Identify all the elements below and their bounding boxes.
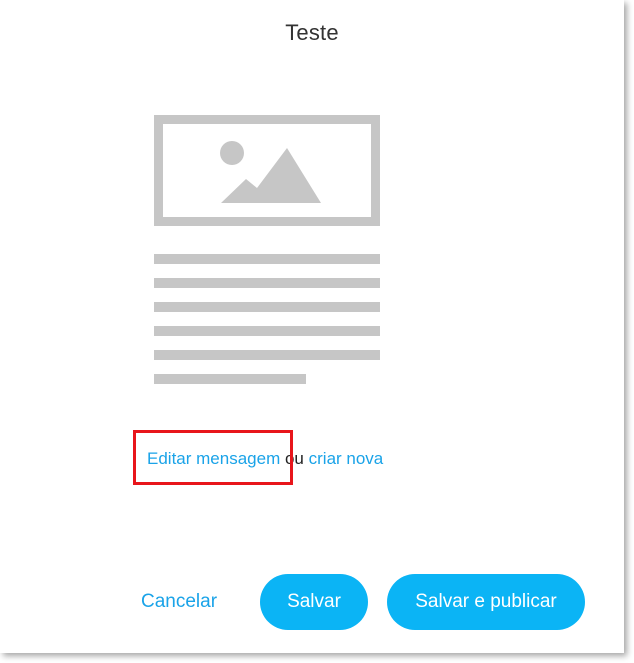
sun-shape <box>220 141 244 165</box>
dialog-footer: Cancelar Salvar Salvar e publicar <box>0 574 624 630</box>
screen: Teste Editar mensagem ou criar nova Canc… <box>0 0 634 663</box>
text-line-shape <box>154 278 380 288</box>
dialog-title: Teste <box>285 20 339 45</box>
dialog: Teste Editar mensagem ou criar nova Canc… <box>0 0 624 653</box>
image-frame-shape <box>154 115 380 226</box>
text-line-shape <box>154 254 380 264</box>
edit-message-link[interactable]: Editar mensagem <box>147 449 280 468</box>
cancel-button[interactable]: Cancelar <box>141 591 217 613</box>
text-line-shape <box>154 350 380 360</box>
save-button[interactable]: Salvar <box>260 574 368 630</box>
edit-or-create-line: Editar mensagem ou criar nova <box>147 449 383 469</box>
text-line-shape <box>154 326 380 336</box>
message-preview <box>154 115 380 387</box>
text-line-shape <box>154 302 380 312</box>
save-and-publish-button[interactable]: Salvar e publicar <box>387 574 585 630</box>
message-template-placeholder-icon <box>154 115 380 384</box>
create-new-link[interactable]: criar nova <box>309 449 384 468</box>
separator-text: ou <box>284 449 304 468</box>
text-line-shape <box>154 374 306 384</box>
